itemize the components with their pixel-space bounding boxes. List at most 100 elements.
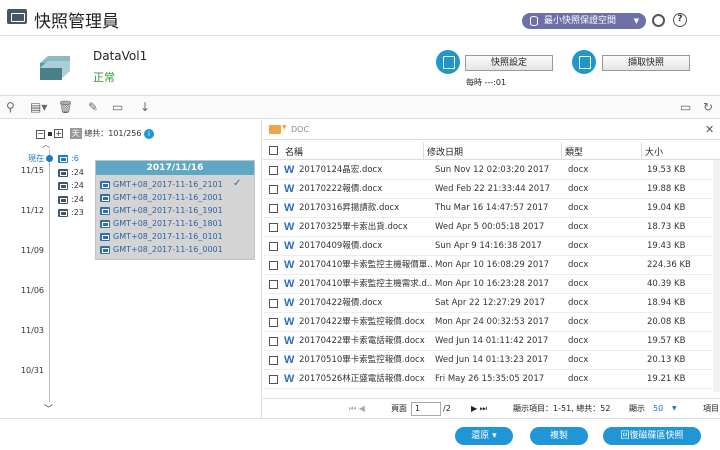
- snapshot-icon: [100, 193, 110, 202]
- file-name: 20170316昇揚請款.docx: [299, 203, 400, 213]
- col-type[interactable]: 類型: [565, 145, 583, 158]
- zoom-dot-icon: [47, 131, 52, 136]
- popup-snapshot-item[interactable]: GMT+08_2017-11-16_0101: [100, 232, 223, 241]
- popup-snapshot-item[interactable]: GMT+08_2017-11-16_1901: [100, 206, 223, 215]
- volume-name: DataVol1: [93, 49, 148, 63]
- file-type: docx: [568, 336, 589, 346]
- row-checkbox[interactable]: [269, 299, 278, 308]
- snapshot-marker[interactable]: :6: [58, 154, 79, 163]
- file-type: docx: [568, 184, 589, 194]
- table-row[interactable]: W 20170325畢卡索出貨.docx Wed Apr 5 00:05:18 20…: [263, 218, 713, 237]
- scroll-down-icon[interactable]: ﹀: [44, 402, 53, 415]
- path-bar: ▼ DOC ✕: [263, 120, 720, 140]
- copy-button[interactable]: 複製: [530, 427, 588, 445]
- col-date[interactable]: 修改日期: [427, 145, 463, 158]
- show-label: 顯示: [629, 404, 645, 413]
- next-page-icon[interactable]: ▶ ⏭: [471, 399, 487, 419]
- file-size: 19.04 KB: [647, 203, 686, 213]
- close-icon[interactable]: ✕: [705, 123, 714, 136]
- table-row[interactable]: W 20170124晶宏.docx Sun Nov 12 02:03:20 2017…: [263, 161, 713, 180]
- word-doc-icon: W: [284, 278, 295, 290]
- row-checkbox[interactable]: [269, 280, 278, 289]
- now-marker: [46, 155, 53, 162]
- row-checkbox[interactable]: [269, 375, 278, 384]
- info-icon[interactable]: i: [143, 129, 154, 139]
- snapshot-marker[interactable]: :24: [58, 195, 84, 204]
- table-row[interactable]: W 20170222報價.docx Wed Feb 22 21:33:44 2017…: [263, 180, 713, 199]
- table-row[interactable]: W 20170316昇揚請款.docx Thu Mar 16 14:47:57 20…: [263, 199, 713, 218]
- row-checkbox[interactable]: [269, 356, 278, 365]
- table-row[interactable]: W 20170410畢卡索監控主機需求.d... Mon Apr 10 16:23:…: [263, 275, 713, 294]
- download-icon[interactable]: ↓: [140, 100, 150, 114]
- row-checkbox[interactable]: [269, 337, 278, 346]
- day-badge[interactable]: 天: [69, 128, 82, 139]
- page-input[interactable]: 1: [411, 402, 441, 416]
- file-name: 20170124晶宏.docx: [299, 165, 383, 175]
- file-date: Mon Apr 10 16:23:28 2017: [435, 279, 550, 289]
- refresh-icon[interactable]: ↻: [703, 100, 713, 114]
- col-name[interactable]: 名稱: [285, 145, 303, 158]
- zoom-in-icon[interactable]: +: [54, 129, 64, 138]
- page-total: /2: [443, 404, 451, 413]
- snapshot-marker[interactable]: :24: [58, 181, 84, 190]
- take-snapshot-button[interactable]: 擷取快照: [602, 55, 690, 71]
- gear-icon[interactable]: [652, 14, 665, 27]
- word-doc-icon: W: [284, 183, 295, 195]
- table-row[interactable]: W 20170510畢卡索監控報價.docx Wed Jun 14 01:13:23…: [263, 351, 713, 370]
- folder-icon[interactable]: [269, 125, 281, 134]
- row-checkbox[interactable]: [269, 242, 278, 251]
- row-checkbox[interactable]: [269, 166, 278, 175]
- min-space-dropdown[interactable]: 最小快照保證空間 ▼: [522, 13, 646, 29]
- recover-snapshot-button[interactable]: 回復磁碟區快照: [603, 427, 701, 445]
- table-row[interactable]: W 20170410畢卡索監控主機報價單... Mon Apr 10 16:08:2…: [263, 256, 713, 275]
- row-checkbox[interactable]: [269, 261, 278, 270]
- popup-snapshot-item[interactable]: GMT+08_2017-11-16_2101: [100, 180, 223, 189]
- popup-snapshot-item[interactable]: GMT+08_2017-11-16_2001: [100, 193, 223, 202]
- show-select[interactable]: 50: [653, 399, 663, 419]
- first-page-icon[interactable]: ⏮ ◀: [349, 399, 365, 419]
- table-row[interactable]: W 20170422畢卡索監控報價.docx Mon Apr 24 00:32:53…: [263, 313, 713, 332]
- table-row[interactable]: W 20170526林正盛電話報價.docx Fri May 26 15:35:05…: [263, 370, 713, 389]
- view-menu-icon[interactable]: ▤▾: [30, 100, 47, 114]
- file-name: 20170222報價.docx: [299, 184, 383, 194]
- snapshot-settings-button[interactable]: 快照設定: [465, 55, 553, 71]
- table-row[interactable]: W 20170409報價.docx Sun Apr 9 14:16:38 2017 d…: [263, 237, 713, 256]
- snapshot-marker[interactable]: :23: [58, 208, 84, 217]
- page-label: 頁面: [391, 404, 407, 413]
- table-row[interactable]: W 20170422報價.docx Sat Apr 22 12:27:29 2017…: [263, 294, 713, 313]
- row-checkbox[interactable]: [269, 185, 278, 194]
- snapshot-icon: [58, 195, 68, 204]
- popup-snapshot-item[interactable]: GMT+08_2017-11-16_0001: [100, 245, 223, 254]
- scroll-up-icon[interactable]: ︿: [42, 139, 50, 150]
- select-all-checkbox[interactable]: [269, 146, 278, 155]
- snapshot-marker[interactable]: :24: [58, 168, 84, 177]
- table-row[interactable]: W 20170422畢卡索電話報價.docx Wed Jun 14 01:11:42…: [263, 332, 713, 351]
- popup-snapshot-item[interactable]: GMT+08_2017-11-16_1801: [100, 219, 223, 228]
- file-size: 19.88 KB: [647, 184, 686, 194]
- chevron-down-icon[interactable]: ▼: [282, 124, 287, 131]
- file-size: 19.43 KB: [647, 241, 686, 251]
- file-size: 18.73 KB: [647, 222, 686, 232]
- restore-button[interactable]: 還原 ▾: [455, 427, 513, 445]
- window-icon[interactable]: ▭: [680, 100, 691, 114]
- date-label: 11/12: [20, 206, 44, 215]
- snapshot-icon: [100, 245, 110, 254]
- row-checkbox[interactable]: [269, 204, 278, 213]
- take-snapshot-icon[interactable]: [572, 50, 596, 74]
- snapshot-settings-icon[interactable]: [436, 50, 460, 74]
- zoom-out-icon[interactable]: −: [36, 130, 45, 139]
- row-checkbox[interactable]: [269, 223, 278, 232]
- row-checkbox[interactable]: [269, 318, 278, 327]
- delete-icon[interactable]: 🗑: [58, 100, 73, 114]
- chevron-down-icon[interactable]: ▼: [672, 399, 677, 419]
- col-size[interactable]: 大小: [645, 145, 663, 158]
- file-size: 19.21 KB: [647, 374, 686, 384]
- file-name: 20170422畢卡索監控報價.docx: [299, 317, 425, 327]
- search-icon[interactable]: ⚲: [6, 100, 15, 114]
- file-type: docx: [568, 355, 589, 365]
- folder-icon[interactable]: ▭: [112, 100, 123, 114]
- scrollbar[interactable]: [713, 160, 720, 392]
- snapshot-icon: [58, 154, 68, 163]
- edit-icon[interactable]: ✎: [88, 100, 98, 114]
- help-icon[interactable]: ?: [673, 13, 687, 27]
